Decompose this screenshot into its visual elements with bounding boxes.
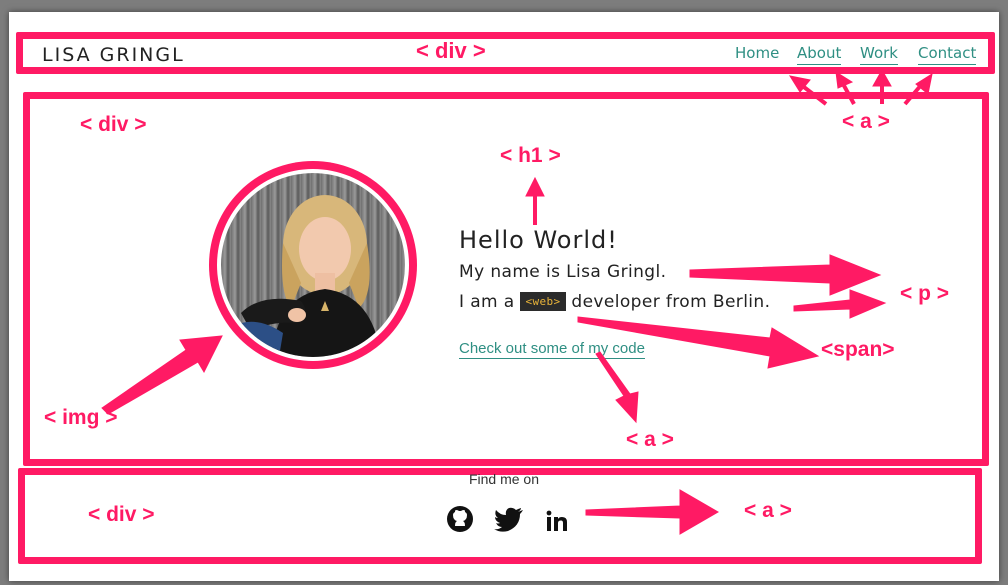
annotation-arrows — [101, 68, 933, 535]
